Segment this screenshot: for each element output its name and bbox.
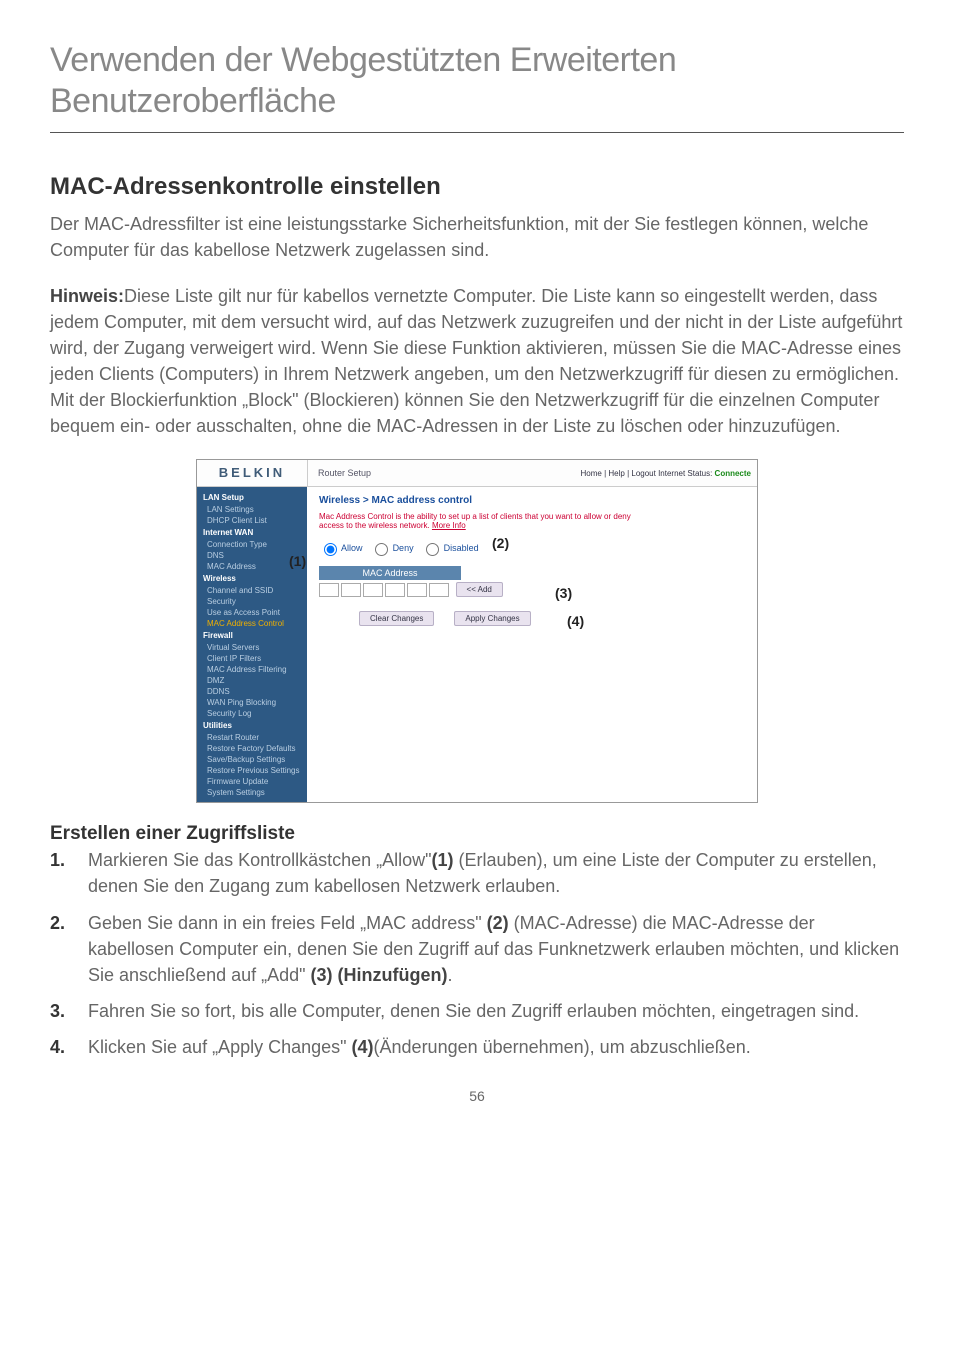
add-button[interactable]: << Add xyxy=(456,582,503,597)
nav-dhcp[interactable]: DHCP Client List xyxy=(197,515,307,526)
nav-wireless[interactable]: Wireless xyxy=(197,572,307,585)
radio-allow[interactable]: Allow xyxy=(319,543,363,553)
nav-client-ip[interactable]: Client IP Filters xyxy=(197,653,307,664)
callout-2: (2) xyxy=(492,535,509,551)
breadcrumb: Wireless > MAC address control xyxy=(319,495,745,506)
subheading: Erstellen einer Zugriffsliste xyxy=(50,823,904,845)
step-4: Klicken Sie auf „Apply Changes" (4)(Ände… xyxy=(50,1034,904,1060)
nav-system[interactable]: System Settings xyxy=(197,787,307,798)
page-title: Verwenden der Webgestützten Erweiterten … xyxy=(50,40,904,122)
status-connected: Connecte xyxy=(715,469,751,478)
status-bar: Home | Help | Logout Internet Status: Co… xyxy=(581,469,757,478)
callout-3: (3) xyxy=(555,585,572,601)
nav-save-backup[interactable]: Save/Backup Settings xyxy=(197,754,307,765)
apply-changes-button[interactable]: Apply Changes xyxy=(454,611,530,626)
callout-1: (1) xyxy=(289,553,306,569)
router-ui: BELKIN Router Setup Home | Help | Logout… xyxy=(196,459,758,803)
nav-firmware[interactable]: Firmware Update xyxy=(197,776,307,787)
mac-address-header: MAC Address xyxy=(319,566,461,580)
radio-deny[interactable]: Deny xyxy=(370,543,414,553)
nav-lan-settings[interactable]: LAN Settings xyxy=(197,504,307,515)
nav-internet-wan[interactable]: Internet WAN xyxy=(197,526,307,539)
router-header: BELKIN Router Setup Home | Help | Logout… xyxy=(197,460,757,487)
radio-group: Allow Deny Disabled xyxy=(319,540,745,556)
nav-restore-prev[interactable]: Restore Previous Settings xyxy=(197,765,307,776)
nav-ddns[interactable]: DDNS xyxy=(197,686,307,697)
step-2: Geben Sie dann in ein freies Feld „MAC a… xyxy=(50,910,904,988)
more-info-link[interactable]: More Info xyxy=(432,521,466,530)
main-panel: Wireless > MAC address control Mac Addre… xyxy=(307,487,757,802)
nav-sec-log[interactable]: Security Log xyxy=(197,708,307,719)
nav-wan-ping[interactable]: WAN Ping Blocking xyxy=(197,697,307,708)
hinweis-paragraph: Hinweis:Diese Liste gilt nur für kabello… xyxy=(50,283,904,440)
hinweis-body: Diese Liste gilt nur für kabellos vernet… xyxy=(50,286,902,436)
logo: BELKIN xyxy=(197,460,308,486)
mac-octet-1[interactable] xyxy=(319,583,339,597)
callout-4: (4) xyxy=(567,613,584,629)
nav-channel-ssid[interactable]: Channel and SSID xyxy=(197,585,307,596)
nav-mac-control[interactable]: MAC Address Control xyxy=(197,618,307,629)
status-links[interactable]: Home | Help | Logout Internet Status: xyxy=(581,469,715,478)
title-rule xyxy=(50,132,904,133)
help-text: Mac Address Control is the ability to se… xyxy=(319,512,639,530)
mac-input-row: << Add xyxy=(319,582,745,597)
nav-mac-filter[interactable]: MAC Address Filtering xyxy=(197,664,307,675)
nav-conn-type[interactable]: Connection Type xyxy=(197,539,307,550)
clear-changes-button[interactable]: Clear Changes xyxy=(359,611,434,626)
page-number: 56 xyxy=(50,1088,904,1104)
nav-dmz[interactable]: DMZ xyxy=(197,675,307,686)
mac-octet-3[interactable] xyxy=(363,583,383,597)
sidebar-nav: LAN Setup LAN Settings DHCP Client List … xyxy=(197,487,307,802)
nav-restart[interactable]: Restart Router xyxy=(197,732,307,743)
nav-lan-setup[interactable]: LAN Setup xyxy=(197,491,307,504)
section-heading: MAC-Adressenkontrolle einstellen xyxy=(50,173,904,201)
intro-paragraph: Der MAC-Adressfilter ist eine leistungss… xyxy=(50,211,904,263)
mac-octet-6[interactable] xyxy=(429,583,449,597)
nav-security[interactable]: Security xyxy=(197,596,307,607)
mac-octet-2[interactable] xyxy=(341,583,361,597)
radio-disabled[interactable]: Disabled xyxy=(421,543,479,553)
step-3: Fahren Sie so fort, bis alle Computer, d… xyxy=(50,998,904,1024)
mac-octet-4[interactable] xyxy=(385,583,405,597)
steps-list: Markieren Sie das Kontrollkästchen „Allo… xyxy=(50,847,904,1060)
nav-use-ap[interactable]: Use as Access Point xyxy=(197,607,307,618)
screenshot-figure: BELKIN Router Setup Home | Help | Logout… xyxy=(50,459,904,803)
router-setup-label: Router Setup xyxy=(308,468,371,478)
nav-firewall[interactable]: Firewall xyxy=(197,629,307,642)
hinweis-label: Hinweis: xyxy=(50,286,124,306)
nav-restore-def[interactable]: Restore Factory Defaults xyxy=(197,743,307,754)
nav-utilities[interactable]: Utilities xyxy=(197,719,307,732)
mac-octet-5[interactable] xyxy=(407,583,427,597)
step-1: Markieren Sie das Kontrollkästchen „Allo… xyxy=(50,847,904,899)
nav-virtual-servers[interactable]: Virtual Servers xyxy=(197,642,307,653)
